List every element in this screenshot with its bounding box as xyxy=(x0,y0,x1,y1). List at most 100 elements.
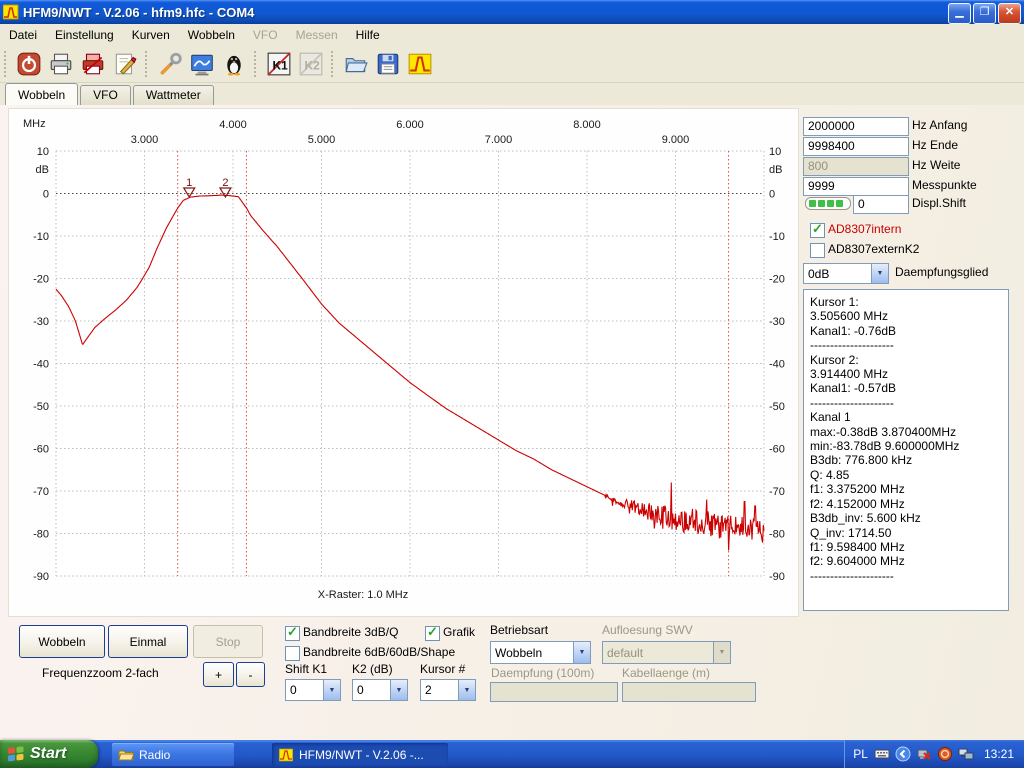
readout-line: Q_inv: 1714.50 xyxy=(810,526,1002,540)
field-hz-ende[interactable]: 9998400 xyxy=(803,137,909,156)
field-messpunkte[interactable]: 9999 xyxy=(803,177,909,196)
penguin-icon[interactable] xyxy=(219,49,249,79)
menu-hilfe[interactable]: Hilfe xyxy=(347,25,389,45)
svg-text:K2: K2 xyxy=(305,58,321,72)
svg-text:8.000: 8.000 xyxy=(573,119,601,131)
start-label: Start xyxy=(30,745,66,763)
svg-text:-40: -40 xyxy=(33,359,49,371)
network-icon[interactable] xyxy=(958,746,974,762)
device-error-icon[interactable] xyxy=(916,746,932,762)
taskbar-task-hfm9-nwt-v-2-06[interactable]: HFM9/NWT - V.2.06 -... xyxy=(272,743,448,766)
chevron-down-icon[interactable]: ▼ xyxy=(323,680,340,700)
tab-wobbeln[interactable]: Wobbeln xyxy=(5,83,78,106)
keyboard-icon[interactable] xyxy=(874,746,890,762)
checkbox-bandbreite-6db-60db-shape[interactable] xyxy=(285,646,300,661)
zoom-out-button[interactable]: - xyxy=(236,662,265,687)
sweep-chart[interactable]: MHz3.0004.0005.0006.0007.0008.0009.00010… xyxy=(9,109,798,614)
readout-line: 3.505600 MHz xyxy=(810,309,1002,323)
print-icon[interactable] xyxy=(46,49,76,79)
combo-daempfungsglied[interactable]: 0dB▼ xyxy=(803,263,889,284)
svg-text:6.000: 6.000 xyxy=(396,119,424,131)
svg-text:10: 10 xyxy=(769,146,781,158)
titlebar[interactable]: HFM9/NWT - V.2.06 - hfm9.hfc - COM4 ▁ ❐ … xyxy=(0,0,1024,24)
app-icon xyxy=(3,4,19,20)
graphics-screen-icon[interactable] xyxy=(187,49,217,79)
button-wobbeln[interactable]: Wobbeln xyxy=(19,625,105,658)
combo-betriebsart-value: Wobbeln xyxy=(491,645,573,661)
edit-notes-icon[interactable] xyxy=(110,49,140,79)
svg-text:-80: -80 xyxy=(33,529,49,541)
channel-k1-icon[interactable]: K1 xyxy=(264,49,294,79)
label-ad8307intern: AD8307intern xyxy=(828,222,901,236)
checkbox-ad8307externk2[interactable] xyxy=(810,243,825,258)
menu-einstellung[interactable]: Einstellung xyxy=(46,25,123,45)
label-messpunkte: Messpunkte xyxy=(912,178,977,192)
check-mark-icon: ✓ xyxy=(812,221,823,237)
readout-line: 3.914400 MHz xyxy=(810,367,1002,381)
record-icon[interactable] xyxy=(937,746,953,762)
menubar: DateiEinstellungKurvenWobbelnVFOMessenHi… xyxy=(0,24,1024,47)
button-einmal[interactable]: Einmal xyxy=(108,625,188,658)
svg-text:dB: dB xyxy=(36,164,49,176)
svg-text:-40: -40 xyxy=(769,359,785,371)
combo-shift-k1[interactable]: 0▼ xyxy=(285,679,341,701)
tab-page-wobbeln: MHz3.0004.0005.0006.0007.0008.0009.00010… xyxy=(0,105,1024,740)
task-label: Radio xyxy=(139,748,170,762)
combo-k2-db[interactable]: 0▼ xyxy=(352,679,408,701)
settings-tools-icon[interactable] xyxy=(155,49,185,79)
menu-messen: Messen xyxy=(287,25,347,45)
tab-vfo[interactable]: VFO xyxy=(80,85,131,105)
menu-datei[interactable]: Datei xyxy=(0,25,46,45)
print-red-icon[interactable] xyxy=(78,49,108,79)
combo-shift-k1-value: 0 xyxy=(286,682,323,698)
label-shift-k1: Shift K1 xyxy=(285,662,327,676)
window-title: HFM9/NWT - V.2.06 - hfm9.hfc - COM4 xyxy=(23,5,254,20)
checkbox-bandbreite-3db-q[interactable]: ✓ xyxy=(285,626,300,641)
maximize-button[interactable]: ❐ xyxy=(973,3,996,24)
tab-wattmeter[interactable]: Wattmeter xyxy=(133,85,214,105)
chevron-down-icon[interactable]: ▼ xyxy=(390,680,407,700)
svg-text:1: 1 xyxy=(186,177,192,189)
readout-line: Kursor 1: xyxy=(810,295,1002,309)
readout-line: --------------------- xyxy=(810,569,1002,583)
combo-kursor[interactable]: 2▼ xyxy=(420,679,476,701)
checkbox-grafik[interactable]: ✓ xyxy=(425,626,440,641)
svg-text:-30: -30 xyxy=(769,316,785,328)
readout-line: Kanal1: -0.57dB xyxy=(810,381,1002,395)
combo-daempfungsglied-value: 0dB xyxy=(804,266,871,282)
menu-kurven[interactable]: Kurven xyxy=(123,25,179,45)
svg-text:-80: -80 xyxy=(769,529,785,541)
svg-text:9.000: 9.000 xyxy=(662,134,690,146)
close-button[interactable]: ✕ xyxy=(998,3,1021,24)
check-mark-icon: ✓ xyxy=(287,624,298,640)
power-icon[interactable] xyxy=(14,49,44,79)
checkbox-ad8307intern[interactable]: ✓ xyxy=(810,223,825,238)
cursor-readout[interactable]: Kursor 1:3.505600 MHzKanal1: -0.76dB----… xyxy=(803,289,1009,611)
open-folder-icon[interactable] xyxy=(341,49,371,79)
svg-text:-10: -10 xyxy=(769,231,785,243)
language-indicator[interactable]: PL xyxy=(853,747,868,761)
svg-text:-50: -50 xyxy=(769,401,785,413)
hide-icons-chevron[interactable] xyxy=(895,746,911,762)
start-button[interactable]: Start xyxy=(0,740,98,768)
label-hz-weite: Hz Weite xyxy=(912,158,960,172)
menu-wobbeln[interactable]: Wobbeln xyxy=(179,25,244,45)
chevron-down-icon[interactable]: ▼ xyxy=(871,264,888,283)
label-grafik: Grafik xyxy=(443,625,475,639)
svg-text:3.000: 3.000 xyxy=(131,134,159,146)
svg-text:0: 0 xyxy=(769,189,775,201)
label-kabellaenge: Kabellaenge (m) xyxy=(622,666,710,680)
field-hz-anfang[interactable]: 2000000 xyxy=(803,117,909,136)
minimize-button[interactable]: ▁ xyxy=(948,3,971,24)
chevron-down-icon[interactable]: ▼ xyxy=(573,642,590,663)
label-betriebsart: Betriebsart xyxy=(490,623,548,637)
svg-text:dB: dB xyxy=(769,164,782,176)
field-displ-shift[interactable]: 0 xyxy=(853,195,909,214)
combo-betriebsart[interactable]: Wobbeln▼ xyxy=(490,641,591,664)
sweep-curve-icon[interactable] xyxy=(405,49,435,79)
zoom-in-button[interactable]: + xyxy=(203,662,234,687)
combo-aufloesung-swv: default▼ xyxy=(602,641,731,664)
chevron-down-icon[interactable]: ▼ xyxy=(458,680,475,700)
save-icon[interactable] xyxy=(373,49,403,79)
taskbar-task-radio[interactable]: Radio xyxy=(112,743,234,766)
